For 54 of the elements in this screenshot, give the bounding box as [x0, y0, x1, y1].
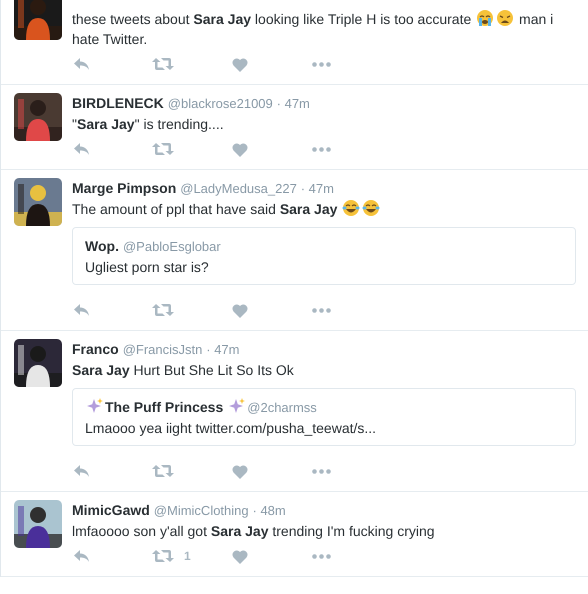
more-icon[interactable]: [312, 62, 331, 66]
sparkles-icon: [86, 397, 104, 415]
reply-icon[interactable]: [73, 57, 90, 71]
user-name[interactable]: BIRDLENECK: [72, 95, 164, 111]
user-handle[interactable]: @FrancisJstn: [122, 342, 202, 357]
tweet-time[interactable]: · 47m: [206, 342, 240, 357]
laughing-face-icon: [362, 199, 380, 217]
tweet-text: The amount of ppl that have said Sara Jay: [72, 201, 338, 217]
heart-icon[interactable]: [232, 302, 248, 318]
tweet-text: man i: [518, 11, 554, 27]
retweet-icon[interactable]: [152, 549, 174, 563]
retweet-icon[interactable]: [152, 142, 174, 156]
user-handle[interactable]: @LadyMedusa_227: [180, 181, 297, 196]
retweet-icon[interactable]: [152, 464, 174, 478]
quoted-tweet-card[interactable]: Wop. @PabloEsglobar Ugliest porn star is?: [72, 227, 576, 285]
more-icon[interactable]: [312, 308, 331, 312]
heart-icon[interactable]: [232, 464, 248, 478]
reply-icon[interactable]: [73, 303, 90, 317]
tweet-time[interactable]: · 47m: [300, 181, 334, 196]
laughing-face-icon: [342, 199, 360, 217]
quoted-tweet-text: Ugliest porn star is?: [85, 258, 210, 277]
reply-icon[interactable]: [73, 464, 90, 478]
retweet-icon[interactable]: [152, 57, 174, 71]
user-name[interactable]: Franco: [72, 341, 119, 357]
user-name[interactable]: MimicGawd: [72, 502, 150, 518]
reply-icon[interactable]: [73, 142, 90, 156]
quoted-tweet-card[interactable]: The Puff Princess @2charmss Lmaooo yea iight twitter.com/pusha_teewat/s...: [72, 388, 576, 446]
user-name[interactable]: Marge Pimpson: [72, 180, 176, 196]
weary-face-icon: [496, 9, 514, 27]
tweet-time[interactable]: · 47m: [276, 96, 310, 111]
tweet-text: "Sara Jay" is trending....: [72, 116, 224, 132]
tweet-text: lmfaoooo son y'all got Sara Jay trending I'm fucking crying: [72, 523, 435, 539]
heart-icon[interactable]: [232, 548, 248, 564]
heart-icon[interactable]: [232, 142, 248, 156]
more-icon[interactable]: [312, 554, 331, 558]
heart-icon[interactable]: [232, 56, 248, 72]
sparkles-icon: [228, 397, 246, 415]
quoted-user-handle: @PabloEsglobar: [122, 239, 221, 254]
quoted-user-name: Wop.: [85, 238, 119, 254]
tweet-text: Sara Jay Hurt But She Lit So Its Ok: [72, 362, 294, 378]
retweet-icon[interactable]: [152, 303, 174, 317]
tweet-time[interactable]: · 48m: [252, 503, 286, 518]
crying-face-icon: [476, 9, 494, 27]
tweet-text: these tweets about Sara Jay looking like Triple H is too accurate: [72, 11, 472, 27]
user-handle[interactable]: @blackrose21009: [168, 96, 273, 111]
retweet-count: 1: [184, 549, 191, 563]
tweet-text: hate Twitter.: [72, 31, 148, 47]
more-icon[interactable]: [312, 146, 331, 152]
reply-icon[interactable]: [73, 549, 90, 563]
user-handle[interactable]: @MimicClothing: [154, 503, 249, 518]
more-icon[interactable]: [312, 468, 331, 474]
quoted-user-handle: @2charmss: [247, 400, 317, 415]
quoted-user-name: The Puff Princess: [105, 399, 224, 415]
quoted-tweet-text: Lmaooo yea iight twitter.com/pusha_teewat/s...: [85, 419, 378, 438]
